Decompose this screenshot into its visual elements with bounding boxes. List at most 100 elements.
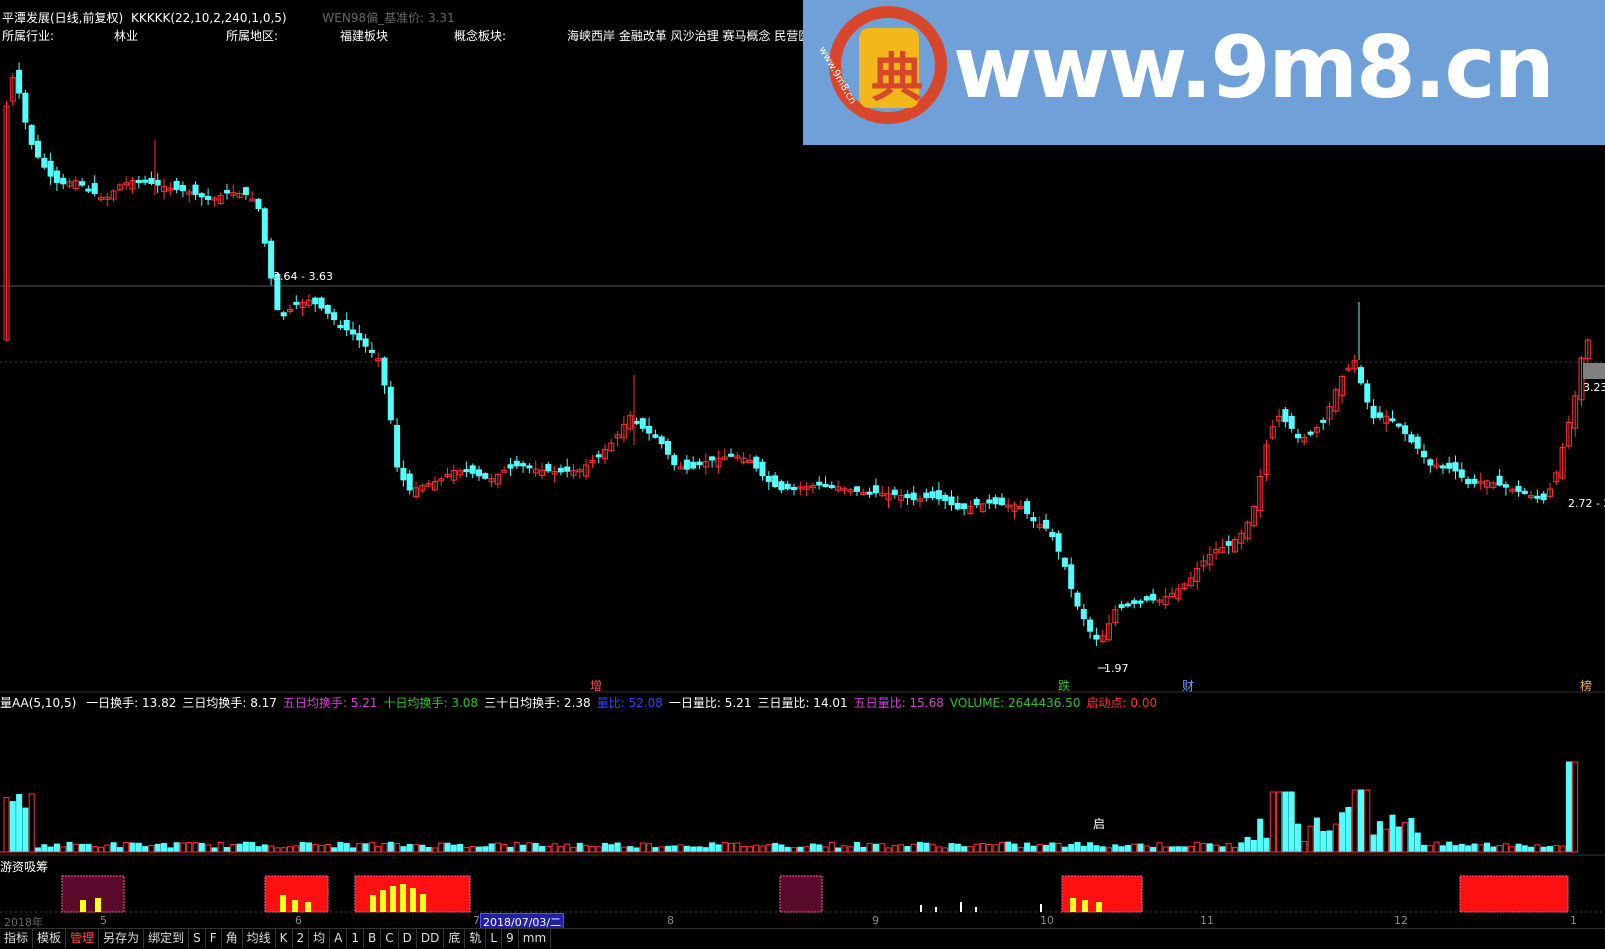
volume-bar — [53, 843, 60, 853]
toolbar-item[interactable]: 另存为 — [99, 929, 145, 948]
volume-bar — [280, 847, 287, 853]
volume-bar — [847, 846, 854, 853]
volume-bar — [1465, 845, 1472, 853]
volume-bar — [740, 846, 747, 853]
volume-bar — [1433, 841, 1440, 853]
candle-body — [816, 481, 823, 486]
candle-body — [318, 297, 325, 309]
candle-body — [255, 198, 262, 209]
toolbar-item[interactable]: A — [330, 929, 348, 948]
volume-bar — [368, 842, 375, 853]
candle-body — [1030, 517, 1037, 522]
marker-bang: 榜 — [1580, 679, 1593, 693]
volume-bar — [639, 842, 646, 853]
indicator-item: 三日量比: 14.01 — [757, 696, 848, 710]
candle-body — [1049, 531, 1056, 538]
volume-bar — [224, 847, 230, 853]
volume-bar — [1200, 843, 1207, 853]
candle-body — [173, 181, 180, 190]
volume-bar — [91, 845, 98, 853]
volume-bar — [249, 842, 256, 853]
volume-bar — [1087, 842, 1094, 853]
accumulation-bar — [420, 894, 426, 912]
volume-bar — [375, 845, 382, 853]
volume-bar — [1263, 837, 1270, 853]
toolbar-item[interactable]: 1 — [347, 929, 365, 948]
candle-body — [356, 333, 363, 341]
volume-bar — [394, 843, 401, 853]
volume-bar — [746, 846, 753, 853]
toolbar-item[interactable]: S — [189, 929, 206, 948]
volume-bar — [1068, 844, 1075, 853]
volume-bar — [1011, 843, 1018, 853]
volume-bar — [324, 844, 331, 853]
volume-bar — [866, 842, 873, 853]
volume-bar — [1043, 844, 1049, 853]
volume-bar — [929, 843, 936, 853]
candle-body — [1307, 431, 1314, 435]
toolbar-item[interactable]: 角 — [222, 929, 243, 948]
candle-body — [828, 485, 835, 489]
volume-bar — [41, 844, 48, 853]
toolbar-item[interactable]: 轨 — [465, 929, 487, 948]
stock-title: 平潭发展(日线,前复权) KKKKK(22,10,2,240,1,0,5) WE… — [2, 9, 455, 26]
toolbar-item[interactable]: 指标 — [0, 929, 34, 948]
toolbar-item[interactable]: 绑定到 — [144, 929, 190, 948]
indicator-item: 十日均换手: 3.08 — [383, 696, 479, 710]
candle-body — [242, 187, 249, 195]
toolbar-item[interactable]: DD — [417, 929, 445, 948]
candle-body — [1521, 490, 1528, 494]
volume-bar — [142, 846, 149, 853]
volume-bar — [1389, 814, 1396, 853]
toolbar-item[interactable]: 2 — [293, 929, 310, 948]
candle-body — [1225, 541, 1232, 546]
candle-body — [192, 184, 199, 195]
volume-bar — [293, 845, 300, 853]
candle-body — [1282, 409, 1289, 423]
axis-month-label: 11 — [1200, 914, 1214, 927]
toolbar-item[interactable]: 管理 — [66, 929, 100, 948]
volume-bar — [1534, 844, 1541, 853]
toolbar-item[interactable]: K — [276, 929, 293, 948]
toolbar-item[interactable]: L — [486, 929, 503, 948]
toolbar-item[interactable]: 均线 — [243, 929, 276, 948]
toolbar-item[interactable]: F — [206, 929, 222, 948]
candle-body — [1150, 593, 1157, 601]
candle-body — [47, 160, 54, 177]
watermark-logo-glyph: 典 — [871, 49, 924, 109]
volume-bar — [236, 843, 243, 853]
volume-bar — [702, 847, 709, 853]
toolbar-item[interactable]: C — [381, 929, 399, 948]
volume-bar — [1124, 844, 1131, 853]
stock-title-text: 平潭发展(日线,前复权) — [2, 11, 124, 25]
toolbar-item[interactable]: 模板 — [33, 929, 67, 948]
candle-body — [463, 469, 470, 473]
candle-body — [595, 454, 602, 458]
volume-bar — [1383, 828, 1390, 853]
volume-bar — [1427, 845, 1434, 853]
industry-label: 所属行业: — [2, 29, 55, 43]
volume-bar — [797, 846, 804, 853]
volume-bar — [173, 842, 180, 853]
volume-bar — [1515, 843, 1522, 853]
toolbar-item[interactable]: 9 — [502, 929, 519, 948]
toolbar-item[interactable]: D — [399, 929, 417, 948]
volume-bar — [381, 843, 388, 853]
toolbar-item[interactable]: 底 — [444, 929, 466, 948]
toolbar-item[interactable]: 均 — [309, 929, 331, 948]
candle-body — [85, 188, 92, 192]
axis-month-label: 7 — [473, 914, 480, 927]
volume-bar — [255, 846, 262, 853]
candle-body — [1446, 462, 1453, 469]
candle-body — [368, 349, 375, 353]
candle-body — [923, 492, 930, 499]
volume-bar — [1477, 844, 1484, 853]
toolbar-item[interactable]: B — [364, 929, 382, 948]
volume-bar — [891, 845, 898, 853]
candle-body — [1465, 478, 1472, 485]
toolbar-item[interactable]: mm — [519, 929, 552, 948]
candle-body — [998, 497, 1005, 506]
volume-bar — [954, 843, 961, 853]
volume-bar — [312, 843, 319, 853]
candle-body — [1389, 418, 1396, 422]
